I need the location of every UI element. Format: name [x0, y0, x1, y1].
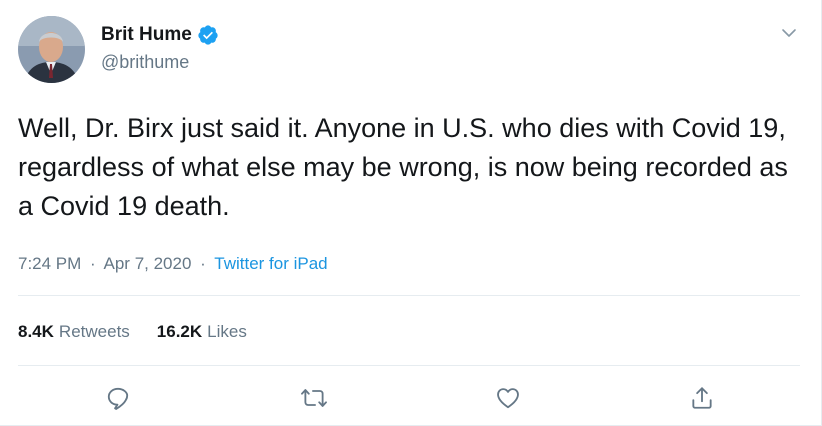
like-button[interactable] [492, 384, 524, 416]
likes-stat[interactable]: 16.2K Likes [157, 320, 247, 344]
reply-icon [105, 385, 131, 416]
tweet-date[interactable]: Apr 7, 2020 [104, 254, 192, 273]
share-icon [689, 385, 715, 416]
retweets-count: 8.4K [18, 322, 54, 341]
author-handle[interactable]: @brithume [101, 50, 189, 74]
divider [18, 365, 800, 366]
tweet-meta: 7:24 PM · Apr 7, 2020 · Twitter for iPad [18, 252, 328, 276]
divider [18, 295, 800, 296]
tweet-time[interactable]: 7:24 PM [18, 254, 81, 273]
retweets-label: Retweets [58, 322, 130, 341]
tweet-actions [0, 384, 822, 416]
tweet-text: Well, Dr. Birx just said it. Anyone in U… [18, 113, 788, 221]
tweet-source-link[interactable]: Twitter for iPad [214, 254, 327, 273]
reply-button[interactable] [102, 384, 134, 416]
retweet-button[interactable] [298, 384, 330, 416]
likes-count: 16.2K [156, 322, 203, 341]
avatar[interactable] [18, 16, 85, 83]
share-button[interactable] [686, 384, 718, 416]
likes-label: Likes [207, 322, 247, 341]
retweet-icon [300, 385, 328, 416]
like-icon [495, 385, 521, 416]
tweet-stats: 8.4K Retweets 16.2K Likes [18, 320, 247, 344]
retweets-stat[interactable]: 8.4K Retweets [18, 320, 130, 344]
verified-badge-icon [197, 24, 219, 46]
meta-separator: · [90, 254, 96, 273]
author-display-name[interactable]: Brit Hume [101, 23, 192, 47]
author-name-row[interactable]: Brit Hume [101, 23, 219, 47]
meta-separator: · [200, 254, 206, 273]
chevron-down-icon[interactable] [780, 24, 798, 42]
tweet-card: Brit Hume @brithume Well, Dr. Birx just … [0, 0, 822, 426]
